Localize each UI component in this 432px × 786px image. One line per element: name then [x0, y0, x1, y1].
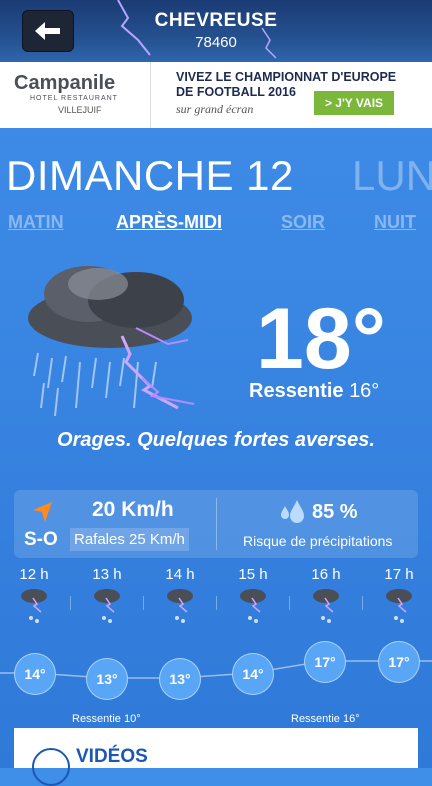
thunderstorm-icon — [167, 589, 193, 623]
hour-separator — [362, 596, 363, 610]
wind-direction-icon — [33, 502, 52, 522]
rain-probability: 85 % — [312, 501, 358, 523]
raindrops-icon — [281, 500, 304, 523]
hour-temp-bubble: 13° — [86, 658, 128, 700]
hour-label: 12 h — [19, 566, 49, 583]
hour-label: 14 h — [165, 566, 195, 583]
city-name: CHEVREUSE — [154, 10, 278, 31]
day-title[interactable]: DIMANCHE 12 — [6, 152, 294, 200]
wind-gusts: Rafales 25 Km/h — [70, 528, 189, 551]
play-icon[interactable] — [32, 748, 70, 786]
app-header: CHEVREUSE 78460 — [0, 0, 432, 62]
hour-temp-bubble: 17° — [378, 641, 420, 683]
feels-like-value: 16° — [349, 380, 380, 402]
hour-label: 16 h — [311, 566, 341, 583]
tab-matin[interactable]: MATIN — [8, 212, 64, 233]
feels-like-note: Ressentie 16° — [291, 713, 360, 725]
ad-brand-logo: Campanile — [14, 72, 116, 94]
hour-temp-bubble: 13° — [159, 658, 201, 700]
hour-separator — [289, 596, 290, 610]
videos-section[interactable]: VIDÉOS — [14, 728, 418, 786]
feels-like-note: Ressentie 10° — [72, 713, 141, 725]
ad-location: VILLEJUIF — [58, 105, 102, 115]
feels-like-label: Ressentie — [249, 380, 344, 402]
feels-like: Ressentie 16° — [249, 380, 379, 403]
hour-separator — [143, 596, 144, 610]
thunderstorm-icon — [21, 589, 47, 623]
tab-apres-midi[interactable]: APRÈS-MIDI — [116, 212, 222, 233]
thunderstorm-icon — [240, 589, 266, 623]
videos-title: VIDÉOS — [76, 746, 148, 767]
thunderstorm-icon — [28, 266, 195, 417]
panel-divider — [216, 498, 217, 550]
hour-temp-bubble: 14° — [232, 653, 274, 695]
thunderstorm-icon — [386, 589, 412, 623]
ad-brand-subtitle: HOTEL RESTAURANT — [30, 95, 118, 102]
zip-code: 78460 — [195, 34, 237, 51]
hour-temp-bubble: 14° — [14, 653, 56, 695]
weather-description: Orages. Quelques fortes averses. — [57, 429, 375, 451]
tab-nuit[interactable]: NUIT — [374, 212, 416, 233]
next-day-title[interactable]: LUN — [352, 152, 432, 200]
current-temperature: 18° — [256, 291, 387, 387]
tab-soir[interactable]: SOIR — [281, 212, 325, 233]
ad-subline: sur grand écran — [176, 102, 254, 116]
hour-separator — [216, 596, 217, 610]
wind-speed: 20 Km/h — [92, 498, 174, 521]
temperature-curve — [0, 660, 432, 679]
ad-cta-button[interactable]: > J'Y VAIS — [314, 91, 394, 115]
thunderstorm-icon — [313, 589, 339, 623]
wind-direction: S-O — [24, 529, 58, 550]
hour-label: 17 h — [384, 566, 414, 583]
hour-label: 15 h — [238, 566, 268, 583]
ad-logo-area: Campanile HOTEL RESTAURANT VILLEJUIF — [0, 62, 151, 128]
rain-probability-label: Risque de précipitations — [243, 533, 393, 549]
thunderstorm-icon — [94, 589, 120, 623]
hour-temp-bubble: 17° — [304, 641, 346, 683]
hour-separator — [70, 596, 71, 610]
hour-label: 13 h — [92, 566, 122, 583]
